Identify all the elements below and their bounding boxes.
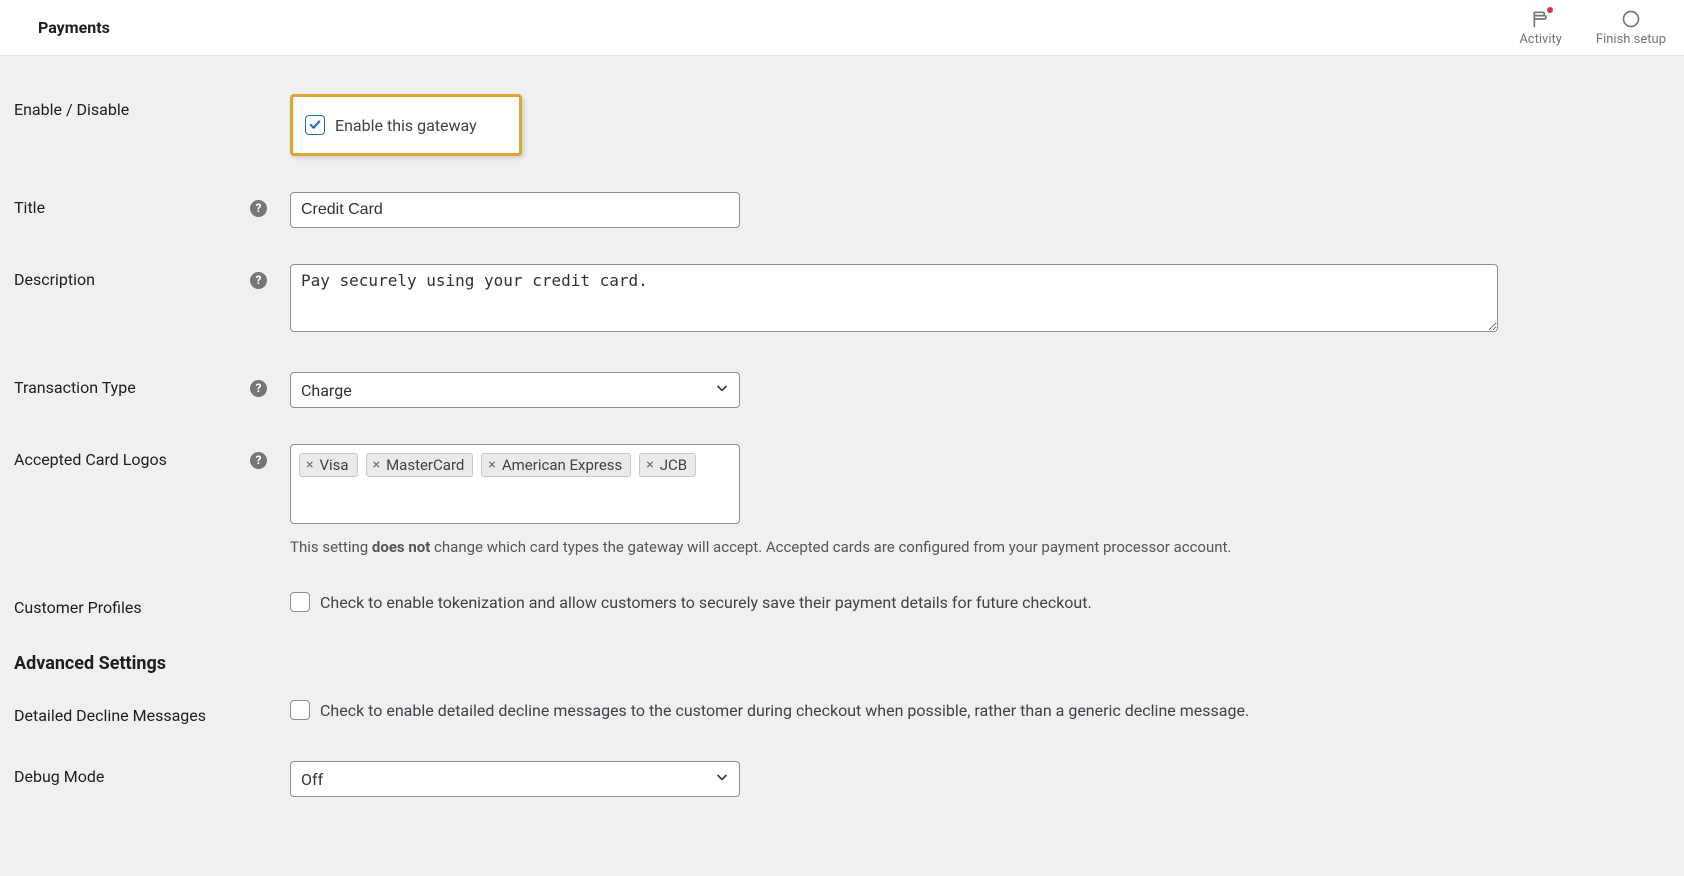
circle-icon (1620, 8, 1642, 30)
advanced-settings-heading: Advanced Settings (14, 645, 1670, 692)
checkbox-icon (290, 592, 310, 612)
description-textarea[interactable] (290, 264, 1498, 332)
topbar-right: Activity Finish setup (1519, 8, 1666, 47)
help-icon[interactable]: ? (250, 272, 267, 289)
label-detailed-decline: Detailed Decline Messages (14, 700, 250, 725)
note-prefix: This setting (290, 538, 372, 556)
label-title: Title (14, 192, 250, 217)
customer-profiles-checkbox[interactable]: Check to enable tokenization and allow c… (290, 592, 1670, 612)
note-bold: does not (372, 538, 430, 556)
card-logo-tag[interactable]: × MasterCard (366, 453, 474, 477)
row-customer-profiles: Customer Profiles Check to enable tokeni… (14, 584, 1670, 645)
help-icon[interactable]: ? (250, 380, 267, 397)
row-debug-mode: Debug Mode Off (14, 753, 1670, 815)
activity-button[interactable]: Activity (1519, 8, 1562, 47)
help-spacer (250, 700, 290, 708)
transaction-type-select[interactable]: Charge (290, 372, 740, 408)
label-description: Description (14, 264, 250, 289)
activity-label: Activity (1519, 32, 1562, 47)
checkbox-icon (290, 700, 310, 720)
transaction-type-value: Charge (301, 381, 352, 400)
row-title: Title ? (14, 184, 1670, 256)
detailed-decline-checkbox[interactable]: Check to enable detailed decline message… (290, 700, 1670, 720)
row-detailed-decline: Detailed Decline Messages Check to enabl… (14, 692, 1670, 753)
card-logo-tag-label: JCB (660, 456, 687, 474)
card-logo-tag-label: MasterCard (386, 456, 464, 474)
label-customer-profiles: Customer Profiles (14, 592, 250, 617)
remove-tag-icon[interactable]: × (646, 458, 653, 472)
debug-mode-select[interactable]: Off (290, 761, 740, 797)
title-input[interactable] (290, 192, 740, 228)
help-icon[interactable]: ? (250, 200, 267, 217)
remove-tag-icon[interactable]: × (373, 458, 380, 472)
enable-gateway-label: Enable this gateway (335, 116, 477, 135)
help-spacer (250, 761, 290, 769)
topbar: Payments Activity Finish setup (0, 0, 1684, 56)
card-logo-tag[interactable]: × Visa (299, 453, 358, 477)
help-icon[interactable]: ? (250, 452, 267, 469)
row-enable: Enable / Disable Enable this gateway (14, 86, 1670, 184)
row-description: Description ? (14, 256, 1670, 364)
accepted-logos-multiselect[interactable]: × Visa × MasterCard × American Express × JCB (290, 444, 740, 524)
detailed-decline-label: Check to enable detailed decline message… (320, 701, 1249, 720)
remove-tag-icon[interactable]: × (306, 458, 313, 472)
debug-mode-value: Off (301, 770, 323, 789)
finish-setup-button[interactable]: Finish setup (1596, 8, 1666, 47)
remove-tag-icon[interactable]: × (488, 458, 495, 472)
card-logo-tag-label: American Express (502, 456, 622, 474)
card-logo-tag[interactable]: × JCB (639, 453, 696, 477)
customer-profiles-label: Check to enable tokenization and allow c… (320, 593, 1092, 612)
enable-highlight: Enable this gateway (290, 94, 522, 156)
flag-icon (1530, 8, 1552, 30)
enable-gateway-checkbox[interactable]: Enable this gateway (305, 115, 477, 135)
checkbox-icon (305, 115, 325, 135)
label-enable: Enable / Disable (14, 94, 250, 119)
page-title: Payments (38, 18, 110, 37)
label-transaction-type: Transaction Type (14, 372, 250, 397)
label-accepted-logos: Accepted Card Logos (14, 444, 250, 469)
help-spacer (250, 592, 290, 600)
help-spacer (250, 94, 290, 102)
card-logo-tag-label: Visa (319, 456, 348, 474)
content: Enable / Disable Enable this gateway Tit… (0, 56, 1684, 855)
row-accepted-logos: Accepted Card Logos ? × Visa × MasterCard × A… (14, 436, 1670, 584)
row-transaction-type: Transaction Type ? Charge (14, 364, 1670, 436)
card-logo-tag[interactable]: × American Express (481, 453, 631, 477)
notification-dot (1547, 7, 1553, 13)
finish-setup-label: Finish setup (1596, 32, 1666, 47)
note-suffix: change which card types the gateway will… (430, 538, 1231, 556)
accepted-logos-note: This setting does not change which card … (290, 538, 1670, 556)
label-debug-mode: Debug Mode (14, 761, 250, 786)
